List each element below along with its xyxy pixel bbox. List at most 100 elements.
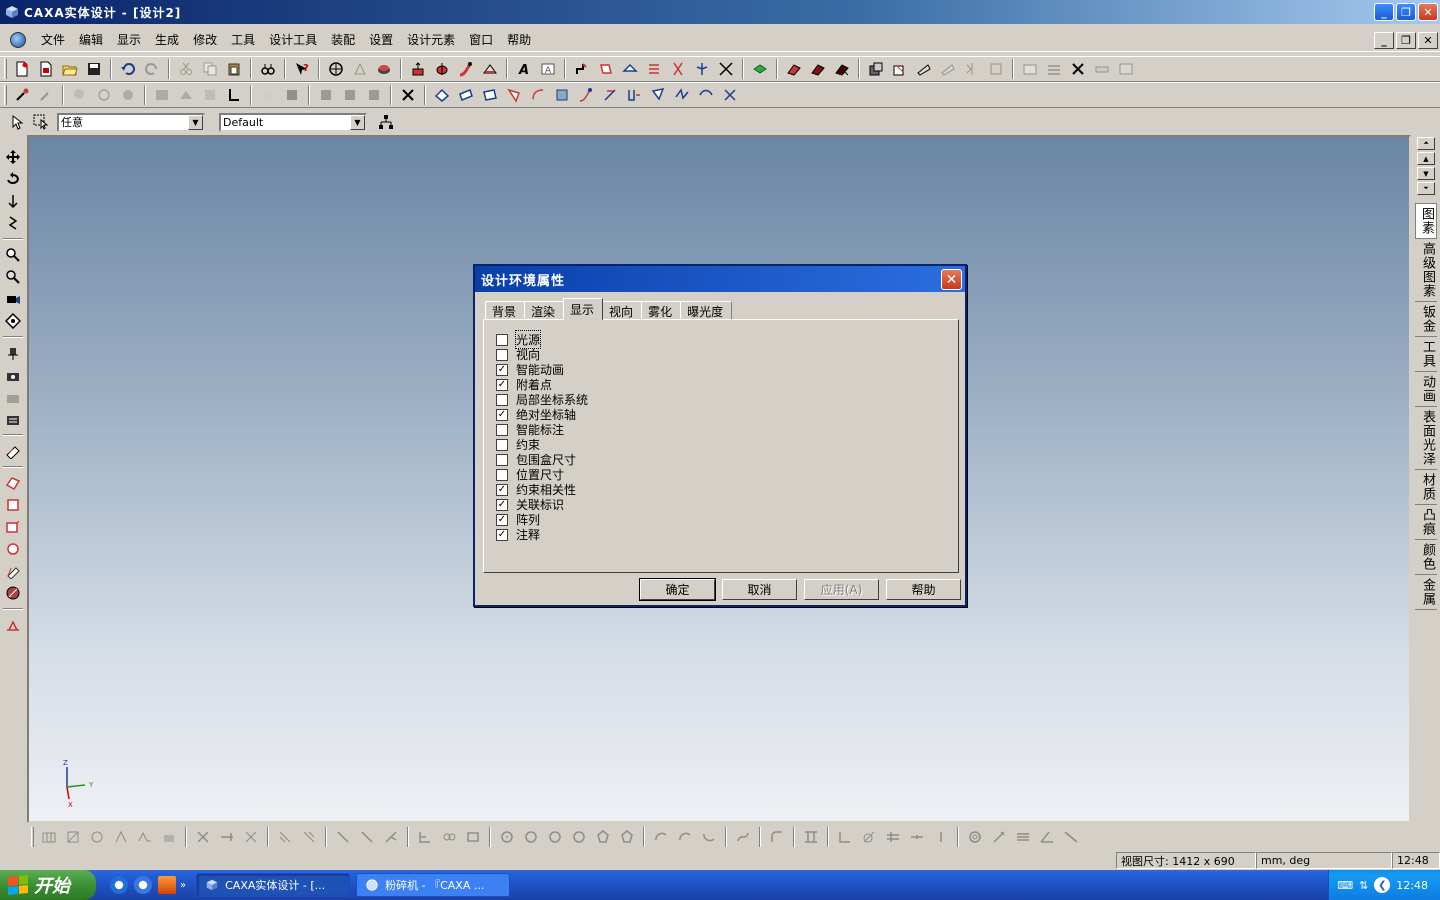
assemble-icon[interactable]	[1019, 59, 1041, 79]
tab-animation[interactable]: 动画	[1415, 372, 1437, 407]
menu-generate[interactable]: 生成	[148, 31, 186, 48]
sketch-face-icon[interactable]	[479, 85, 501, 105]
eyedropper-icon[interactable]	[11, 85, 33, 105]
open-icon[interactable]	[59, 59, 81, 79]
tab-primitives[interactable]: 图素	[1415, 203, 1437, 239]
anchor-gear-icon[interactable]	[2, 539, 24, 559]
option-checkbox[interactable]	[496, 468, 508, 481]
ok-button[interactable]: 确定	[639, 578, 716, 601]
disassemble-icon[interactable]	[1043, 59, 1065, 79]
copy-icon[interactable]	[199, 59, 221, 79]
sketch-profile-icon[interactable]	[134, 827, 156, 847]
sketch-delete-icon[interactable]	[192, 827, 214, 847]
view-front-icon[interactable]	[151, 85, 173, 105]
option-checkbox[interactable]	[496, 453, 508, 466]
constraint-concentric-icon[interactable]	[964, 827, 986, 847]
anchor-sphere-icon[interactable]	[2, 583, 24, 603]
sketch-grid-icon[interactable]	[38, 827, 60, 847]
zoom-window-icon[interactable]	[2, 267, 24, 287]
tab-surface-finish[interactable]: 表面光泽	[1415, 407, 1437, 470]
view-orbit-icon[interactable]	[325, 59, 347, 79]
filter-combo[interactable]: 任意 ▼	[57, 112, 205, 132]
help-button[interactable]: 帮助	[886, 579, 961, 600]
network-icon[interactable]: ⇅	[1359, 879, 1368, 892]
shade-flat-icon[interactable]	[315, 85, 337, 105]
pan-icon[interactable]	[69, 85, 91, 105]
sketch-text-icon[interactable]	[800, 827, 822, 847]
tab-scroll-down-icon[interactable]: ▼	[1417, 167, 1435, 180]
sketch-hatch-icon[interactable]	[298, 827, 320, 847]
tab-background[interactable]: 背景	[485, 301, 526, 320]
shade-smooth-icon[interactable]	[339, 85, 361, 105]
sketch-tools-icon[interactable]	[719, 85, 741, 105]
option-checkbox[interactable]: ✓	[496, 408, 508, 421]
3d-display-icon[interactable]	[749, 59, 771, 79]
tab-display[interactable]: 显示	[563, 298, 604, 320]
sketch-curve-icon[interactable]	[575, 85, 597, 105]
view-iso-icon[interactable]	[223, 85, 245, 105]
sketch-extend-icon[interactable]	[623, 85, 645, 105]
sketch-circle-icon[interactable]	[496, 827, 518, 847]
anchor-edge-icon[interactable]	[2, 495, 24, 515]
option-checkbox[interactable]: ✓	[496, 498, 508, 511]
measure-icon[interactable]	[1091, 59, 1113, 79]
constraint-sym-icon[interactable]	[1060, 827, 1082, 847]
menu-help[interactable]: 帮助	[500, 31, 538, 48]
sketch-polygon2-icon[interactable]	[616, 827, 638, 847]
sweep-icon[interactable]	[455, 59, 477, 79]
save-icon[interactable]	[83, 59, 105, 79]
restore-button[interactable]: ❐	[1396, 3, 1416, 21]
option-checkbox[interactable]: ✓	[496, 378, 508, 391]
quicklaunch-media-icon[interactable]	[134, 876, 152, 894]
fillet-icon[interactable]	[783, 59, 805, 79]
dynamic-rotate-icon[interactable]	[2, 191, 24, 211]
document-icon[interactable]	[10, 31, 26, 48]
sketch-line-tool-icon[interactable]	[332, 827, 354, 847]
style-combo[interactable]: Default ▼	[219, 112, 367, 132]
sketch-line-icon[interactable]	[431, 85, 453, 105]
tab-advanced-primitives[interactable]: 高级图素	[1415, 239, 1437, 302]
snap-icon[interactable]	[571, 59, 593, 79]
menu-window[interactable]: 窗口	[462, 31, 500, 48]
keyboard-icon[interactable]: ⌨	[1337, 879, 1353, 892]
option-checkbox[interactable]	[496, 393, 508, 406]
chevron-down-icon[interactable]: ▼	[188, 114, 203, 130]
mirror-icon[interactable]	[961, 59, 983, 79]
sketch-fill-icon[interactable]	[274, 827, 296, 847]
constraint-horizontal-icon[interactable]	[834, 827, 856, 847]
option-row[interactable]: 包围盒尺寸	[496, 452, 588, 467]
sketch-mirror-icon[interactable]	[647, 85, 669, 105]
start-button[interactable]: 开始	[0, 870, 96, 900]
zoom-icon[interactable]	[2, 245, 24, 265]
sketch-project-icon[interactable]	[551, 85, 573, 105]
option-row[interactable]: 约束	[496, 437, 588, 452]
context-help-icon[interactable]: ?	[291, 59, 313, 79]
sketch-arc2-icon[interactable]	[674, 827, 696, 847]
boolean-intersect-icon[interactable]	[913, 59, 935, 79]
sketch-stamp-icon[interactable]	[158, 827, 180, 847]
option-checkbox[interactable]: ✓	[496, 363, 508, 376]
option-checkbox[interactable]: ✓	[496, 528, 508, 541]
view-top-icon[interactable]	[175, 85, 197, 105]
option-checkbox[interactable]: ✓	[496, 483, 508, 496]
option-checkbox[interactable]	[496, 438, 508, 451]
design-tree-icon[interactable]	[375, 112, 397, 132]
tab-sheet-metal[interactable]: 钣金	[1415, 302, 1437, 337]
anchor-box-icon[interactable]	[2, 517, 24, 537]
option-row[interactable]: ✓ 绝对坐标轴	[496, 407, 588, 422]
tab-scroll-last-icon[interactable]: ⏷	[1417, 182, 1435, 195]
sketch-circle2-icon[interactable]	[520, 827, 542, 847]
doc-minimize-button[interactable]: _	[1374, 32, 1394, 49]
extrude-icon[interactable]	[407, 59, 429, 79]
sketch-spline-icon[interactable]	[732, 827, 754, 847]
option-checkbox[interactable]	[496, 423, 508, 436]
apply-button[interactable]: 应用(A)	[804, 579, 879, 600]
sketch-rotate-icon[interactable]	[86, 827, 108, 847]
tray-expand-icon[interactable]: ❮	[1374, 877, 1391, 893]
option-row[interactable]: ✓ 关联标识	[496, 497, 588, 512]
tab-view-direction[interactable]: 视向	[602, 301, 643, 320]
view-camera-icon[interactable]	[2, 365, 24, 385]
wireframe-icon[interactable]	[257, 85, 279, 105]
sketch-pattern-icon[interactable]	[671, 85, 693, 105]
revolve-icon[interactable]	[431, 59, 453, 79]
